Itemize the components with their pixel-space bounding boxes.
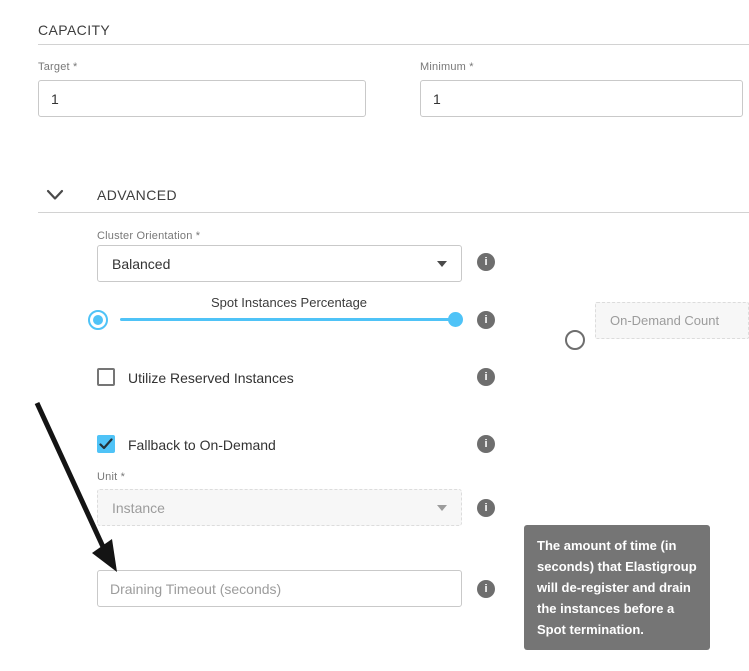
draining-timeout-tooltip: The amount of time (in seconds) that Ela…: [524, 525, 710, 650]
spot-percentage-label: Spot Instances Percentage: [120, 295, 458, 310]
capacity-divider: [38, 44, 749, 45]
target-input[interactable]: [38, 80, 366, 117]
fallback-on-demand-info-icon[interactable]: i: [477, 435, 495, 453]
chevron-down-icon[interactable]: [46, 188, 64, 200]
spot-percentage-radio[interactable]: [88, 310, 108, 330]
unit-info-icon[interactable]: i: [477, 499, 495, 517]
unit-select: Instance: [97, 489, 462, 526]
minimum-input[interactable]: [420, 80, 743, 117]
unit-field-label: Unit *: [97, 471, 125, 483]
cluster-orientation-select[interactable]: Balanced: [97, 245, 462, 282]
advanced-section-title: ADVANCED: [97, 187, 177, 203]
dropdown-caret-icon: [437, 505, 447, 511]
on-demand-count-input: [595, 302, 749, 339]
minimum-field-label: Minimum *: [420, 61, 474, 73]
target-field-label: Target *: [38, 61, 78, 73]
fallback-on-demand-checkbox[interactable]: [97, 435, 115, 453]
chevron-down-glyph: [46, 189, 64, 201]
dropdown-caret-icon: [437, 261, 447, 267]
checkmark-icon: [99, 438, 113, 450]
draining-timeout-input[interactable]: [97, 570, 462, 607]
utilize-reserved-label: Utilize Reserved Instances: [128, 370, 294, 386]
cluster-orientation-info-icon[interactable]: i: [477, 253, 495, 271]
cluster-orientation-label: Cluster Orientation *: [97, 230, 200, 242]
spot-percentage-slider[interactable]: [120, 318, 455, 321]
advanced-divider: [38, 212, 749, 213]
capacity-section-title: CAPACITY: [38, 22, 110, 38]
on-demand-count-radio[interactable]: [565, 330, 585, 350]
spot-percentage-slider-thumb[interactable]: [448, 312, 463, 327]
unit-value: Instance: [112, 500, 165, 516]
utilize-reserved-checkbox[interactable]: [97, 368, 115, 386]
draining-timeout-info-icon[interactable]: i: [477, 580, 495, 598]
fallback-on-demand-label: Fallback to On-Demand: [128, 437, 276, 453]
utilize-reserved-info-icon[interactable]: i: [477, 368, 495, 386]
spot-percentage-info-icon[interactable]: i: [477, 311, 495, 329]
cluster-orientation-value: Balanced: [112, 256, 170, 272]
